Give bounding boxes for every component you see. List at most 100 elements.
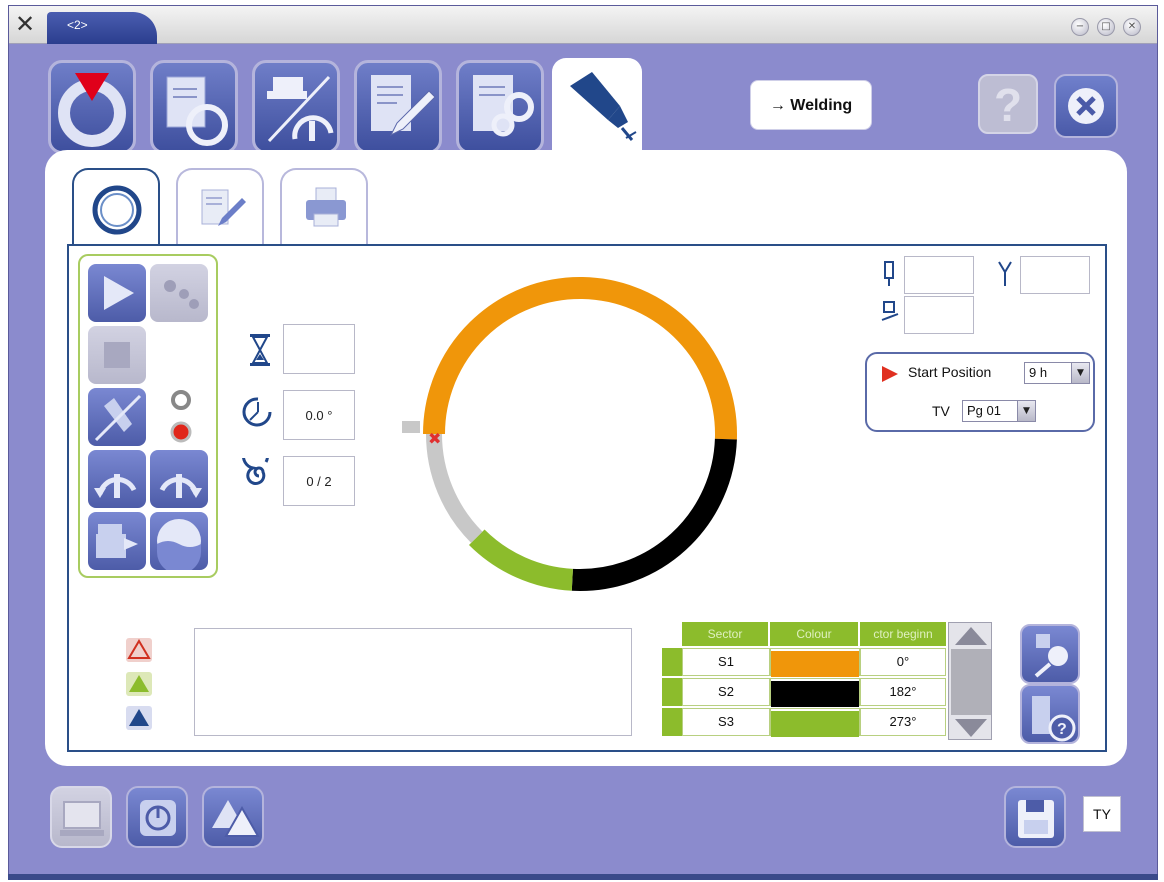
help-button[interactable]: ? — [978, 74, 1038, 134]
fill-button[interactable] — [150, 512, 208, 574]
weld-sector-s2 — [571, 438, 737, 591]
table-cell-colour[interactable] — [770, 708, 860, 737]
spiral-icon — [242, 458, 269, 485]
table-cell-colour[interactable] — [770, 678, 860, 707]
head-field-1[interactable] — [904, 256, 974, 294]
weld-sector-s3 — [468, 529, 574, 591]
tool-edit[interactable] — [354, 60, 442, 154]
gas-off-button[interactable] — [88, 388, 146, 446]
colour-swatch — [771, 711, 859, 737]
head-info-button[interactable]: ? — [1020, 684, 1080, 744]
program-select[interactable]: Pg 01 ▼ — [962, 400, 1036, 422]
error-icon — [126, 638, 152, 662]
title-bar: ✕ <2> − □ ✕ — [9, 6, 1157, 44]
tool-welding-active[interactable] — [552, 58, 642, 154]
head-help-icon: ? — [1032, 696, 1076, 742]
process-icon — [58, 73, 126, 147]
rotate-right-icon — [159, 474, 202, 498]
close-icon — [1068, 88, 1104, 124]
weld-sector-rest — [426, 433, 483, 543]
angle-icon — [242, 397, 272, 427]
tab-print[interactable] — [280, 168, 368, 246]
table-cell-begin[interactable]: 273° — [860, 708, 946, 736]
row-marker — [662, 648, 682, 676]
x-logo-icon: ✕ — [15, 10, 36, 38]
rotate-left-icon — [94, 474, 137, 498]
status-strip — [8, 874, 1158, 880]
tool-process[interactable] — [48, 60, 136, 154]
power-button[interactable] — [126, 786, 188, 848]
alarms-button[interactable] — [202, 786, 264, 848]
column-header-colour: Colour — [770, 622, 858, 646]
cycle-tab-icon — [92, 185, 142, 235]
stop-icon — [104, 342, 130, 368]
rotate-right-button[interactable] — [150, 450, 208, 508]
pass-readout: 0 / 2 — [283, 456, 355, 506]
table-cell-sector[interactable]: S2 — [682, 678, 770, 706]
floppy-disk-icon — [1018, 800, 1054, 838]
start-position-marker-icon: ✖ — [428, 429, 441, 448]
weld-sector-s1 — [423, 277, 737, 440]
maximize-icon[interactable]: □ — [1097, 18, 1115, 36]
info-icon — [126, 706, 152, 730]
start-position-select[interactable]: 9 h ▼ — [1024, 362, 1090, 384]
chevron-down-icon: ▼ — [1017, 401, 1035, 421]
start-position-value: 9 h — [1029, 365, 1048, 380]
mode-welding-button[interactable]: → Welding — [750, 80, 872, 130]
tool-measure[interactable] — [252, 60, 340, 154]
save-button[interactable] — [1004, 786, 1066, 848]
print-tab-icon — [306, 187, 346, 227]
colour-swatch — [771, 681, 859, 707]
warning-icon — [126, 672, 152, 696]
alarms-icon — [212, 800, 260, 837]
column-header-sector: Sector — [682, 622, 768, 646]
program-value: Pg 01 — [967, 403, 1001, 418]
magnifier-icon — [1034, 634, 1068, 678]
close-window-icon[interactable]: ✕ — [1123, 18, 1141, 36]
sector-table: Sector Colour ctor beginn S1 0° S2 182° … — [662, 622, 946, 738]
feed-button[interactable] — [88, 512, 146, 570]
feed-icon — [96, 524, 138, 558]
head-field-2[interactable] — [1020, 256, 1090, 294]
table-cell-sector[interactable]: S3 — [682, 708, 770, 736]
start-button[interactable] — [88, 264, 146, 322]
power-icon — [140, 800, 176, 836]
minimize-icon[interactable]: − — [1071, 18, 1089, 36]
table-cell-colour[interactable] — [770, 648, 860, 677]
ty-label: TV — [932, 403, 950, 419]
chevron-down-icon: ▼ — [1071, 363, 1089, 383]
fill-level-icon — [157, 519, 201, 574]
cycle-icon — [166, 76, 228, 146]
close-button[interactable] — [1054, 74, 1118, 138]
tool-cycle[interactable] — [150, 60, 238, 154]
tab-cycle[interactable] — [72, 168, 160, 248]
message-box — [194, 628, 632, 736]
tool-settings[interactable] — [456, 60, 544, 154]
row-marker — [662, 708, 682, 736]
colour-swatch — [771, 651, 859, 677]
stop-button[interactable] — [88, 326, 146, 384]
status-indicator-icon — [170, 390, 192, 443]
table-cell-sector[interactable]: S1 — [682, 648, 770, 676]
zoom-button[interactable] — [1020, 624, 1080, 684]
monitor-button[interactable] — [50, 786, 112, 848]
row-marker — [662, 678, 682, 706]
arrow-right-icon — [882, 366, 898, 382]
play-icon — [104, 276, 134, 310]
angle-readout: 0.0 ° — [283, 390, 355, 440]
column-header-sector-begin: ctor beginn — [860, 622, 946, 646]
tab-edit[interactable] — [176, 168, 264, 246]
table-cell-begin[interactable]: 182° — [860, 678, 946, 706]
head-field-3[interactable] — [904, 296, 974, 334]
language-label: TY — [1083, 796, 1121, 832]
table-cell-begin[interactable]: 0° — [860, 648, 946, 676]
edit-tab-icon — [201, 189, 246, 226]
rotate-left-button[interactable] — [88, 450, 146, 508]
window-tab[interactable]: <2> — [47, 12, 157, 44]
hourglass-icon — [250, 334, 270, 366]
step-button[interactable] — [150, 264, 208, 322]
dots-icon — [164, 280, 199, 309]
table-scrollbar[interactable] — [948, 622, 992, 740]
scrollbar-arrows-icon — [951, 627, 991, 737]
welding-torch-icon — [570, 72, 637, 141]
